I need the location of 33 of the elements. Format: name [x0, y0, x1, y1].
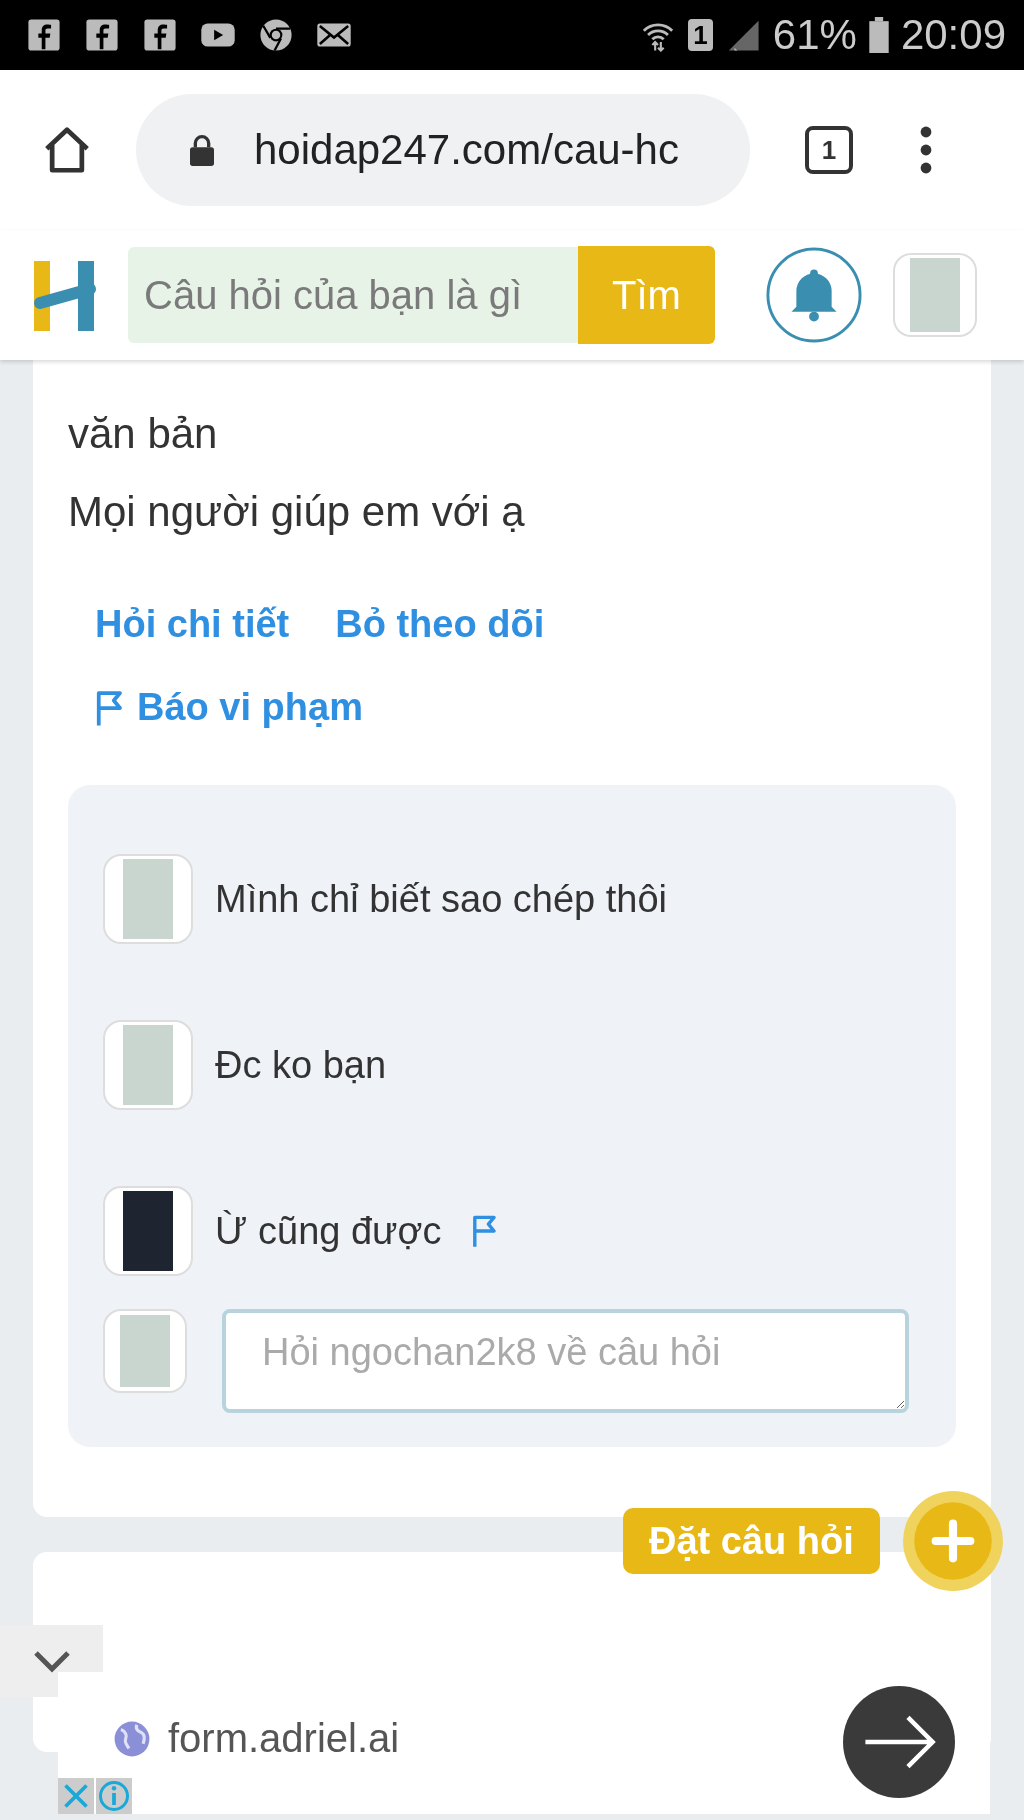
battery-icon: [868, 17, 889, 53]
report-link[interactable]: Báo vi phạm: [137, 686, 363, 729]
clock: 20:09: [900, 11, 1006, 59]
ad-banner[interactable]: form.adriel.ai: [58, 1672, 990, 1814]
search-field[interactable]: Câu hỏi của bạn là gì: [128, 247, 578, 343]
question-text: Mọi người giúp em với ạ: [68, 487, 526, 537]
action-link[interactable]: Bỏ theo dõi: [335, 603, 545, 646]
address-bar[interactable]: hoidap247.com/cau-hc: [136, 94, 750, 206]
arrow-right-icon[interactable]: [843, 1686, 955, 1798]
menu-icon[interactable]: [918, 126, 934, 174]
facebook-icon: [142, 18, 178, 52]
reply-input[interactable]: Hỏi ngochan2k8 về câu hỏi: [222, 1309, 909, 1413]
search-button[interactable]: Tìm: [578, 246, 715, 344]
url-text: hoidap247.com/cau-hc: [254, 126, 679, 174]
globe-icon: [113, 1720, 151, 1758]
browser-icon: [258, 18, 294, 52]
action-link[interactable]: Hỏi chi tiết: [95, 603, 290, 646]
sim-indicator: 1: [688, 19, 713, 51]
battery-percent: 61%: [772, 11, 857, 59]
bell-icon[interactable]: [765, 246, 863, 344]
plus-icon[interactable]: [901, 1490, 1004, 1592]
ask-question-button[interactable]: Đặt câu hỏi: [623, 1508, 880, 1574]
facebook-icon: [84, 18, 120, 52]
comment-text: Ừ cũng được: [215, 1209, 442, 1253]
comment-text: Đc ko bạn: [215, 1043, 387, 1087]
lock-icon: [188, 134, 216, 166]
question-text: văn bản: [68, 409, 219, 459]
ad-domain: form.adriel.ai: [168, 1716, 400, 1761]
chevron-down-icon: [31, 1649, 72, 1673]
facebook-icon: [26, 18, 62, 52]
flag-icon: [95, 688, 125, 727]
tab-count-button[interactable]: 1: [805, 126, 853, 174]
comment-text: Mình chỉ biết sao chép thôi: [215, 877, 668, 921]
